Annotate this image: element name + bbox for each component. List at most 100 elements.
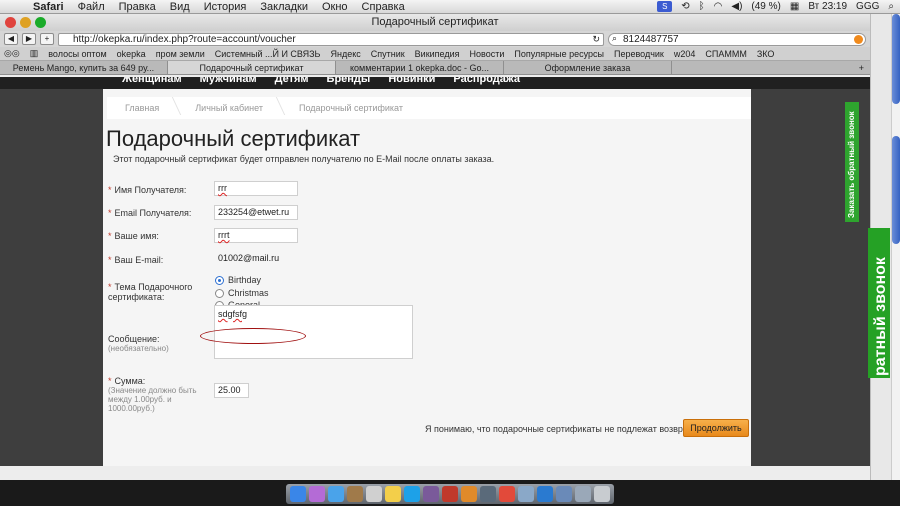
callback-tab-small[interactable]: Заказать обратный звонок bbox=[845, 102, 859, 222]
bookmark-item[interactable]: ЗКО bbox=[757, 49, 775, 59]
minimize-icon[interactable] bbox=[20, 17, 31, 28]
search-field[interactable]: ⌕ 8124487757 bbox=[608, 32, 866, 46]
zoom-icon[interactable] bbox=[35, 17, 46, 28]
spotlight-icon[interactable]: ⌕ bbox=[888, 1, 894, 12]
itunes-icon[interactable] bbox=[423, 486, 439, 502]
iphoto-icon[interactable] bbox=[461, 486, 477, 502]
safari-icon[interactable] bbox=[328, 486, 344, 502]
your-name-input[interactable]: rrrt bbox=[214, 228, 298, 243]
nav-men[interactable]: Мужчинам bbox=[200, 77, 257, 89]
theme-radio-birthday[interactable]: Birthday bbox=[215, 275, 261, 285]
bookmark-item[interactable]: волосы оптом bbox=[48, 49, 106, 59]
menu-history[interactable]: История bbox=[197, 1, 254, 13]
browser-toolbar: ◀ ▶ + http://okepka.ru/index.php?route=a… bbox=[0, 31, 870, 47]
close-icon[interactable] bbox=[5, 17, 16, 28]
bookmark-item[interactable]: Спутник bbox=[371, 49, 405, 59]
address-bar[interactable]: http://okepka.ru/index.php?route=account… bbox=[58, 32, 604, 46]
nav-new[interactable]: Новинки bbox=[388, 77, 435, 89]
breadcrumb-current[interactable]: Подарочный сертификат bbox=[281, 103, 421, 113]
radio-icon[interactable] bbox=[215, 288, 224, 298]
trash-icon[interactable] bbox=[594, 486, 610, 502]
skype-dock-icon[interactable] bbox=[404, 486, 420, 502]
nav-sale[interactable]: Распродажа bbox=[453, 77, 520, 89]
bookmark-item[interactable]: w204 bbox=[674, 49, 696, 59]
your-name-value: rrrt bbox=[218, 230, 230, 240]
nav-brands[interactable]: Бренды bbox=[327, 77, 371, 89]
preview-icon[interactable] bbox=[518, 486, 534, 502]
tab-voucher[interactable]: Подарочный сертификат bbox=[168, 61, 336, 74]
your-email-input[interactable]: 01002@mail.ru bbox=[214, 251, 298, 266]
search-go-icon[interactable] bbox=[854, 34, 863, 44]
system-preferences-icon[interactable] bbox=[480, 486, 496, 502]
bookmark-item[interactable]: Системный ...Й И СВЯЗЬ bbox=[215, 49, 321, 59]
radio-selected-icon[interactable] bbox=[215, 275, 224, 285]
recipient-email-input[interactable]: 233254@etwet.ru bbox=[214, 205, 298, 220]
breadcrumb-account[interactable]: Личный кабинет bbox=[177, 103, 281, 113]
tab-mango[interactable]: Ремень Mango, купить за 649 ру... bbox=[0, 61, 168, 74]
user-name[interactable]: GGG bbox=[856, 1, 879, 12]
calendar-icon[interactable] bbox=[366, 486, 382, 502]
back-icon[interactable]: ◀ bbox=[4, 33, 18, 45]
menu-file[interactable]: Файл bbox=[71, 1, 112, 13]
downloads-folder-icon[interactable] bbox=[575, 486, 591, 502]
callback-tab-large[interactable]: ратный звонок bbox=[868, 228, 890, 378]
window-title: Подарочный сертификат bbox=[371, 16, 499, 28]
menu-help[interactable]: Справка bbox=[355, 1, 412, 13]
bookmark-item[interactable]: Популярные ресурсы bbox=[514, 49, 604, 59]
nav-women[interactable]: Женщинам bbox=[122, 77, 182, 89]
bookmark-item[interactable]: okepka bbox=[117, 49, 146, 59]
bookmark-item[interactable]: Википедия bbox=[415, 49, 460, 59]
required-marker: * bbox=[108, 208, 112, 218]
applications-folder-icon[interactable] bbox=[556, 486, 572, 502]
menu-view[interactable]: Вид bbox=[163, 1, 197, 13]
time-machine-icon[interactable]: ⟲ bbox=[681, 1, 689, 12]
web-page: Женщинам Мужчинам Детям Бренды Новинки Р… bbox=[0, 77, 870, 466]
forward-icon[interactable]: ▶ bbox=[22, 33, 36, 45]
amount-input[interactable]: 25.00 bbox=[214, 383, 249, 398]
menu-edit[interactable]: Правка bbox=[112, 1, 163, 13]
contacts-icon[interactable] bbox=[347, 486, 363, 502]
theme-option-label: Christmas bbox=[228, 288, 269, 298]
bookmark-item[interactable]: СПАМММ bbox=[705, 49, 746, 59]
finder-icon[interactable] bbox=[290, 486, 306, 502]
bookmark-item[interactable]: пром земли bbox=[156, 49, 205, 59]
flag-icon[interactable]: ▦ bbox=[790, 1, 799, 12]
notes-icon[interactable] bbox=[385, 486, 401, 502]
breadcrumb-home[interactable]: Главная bbox=[107, 103, 177, 113]
clock[interactable]: Вт 23:19 bbox=[808, 1, 847, 12]
continue-button[interactable]: Продолжить bbox=[683, 419, 749, 437]
scrollbar-thumb[interactable] bbox=[892, 14, 900, 104]
volume-icon[interactable]: ◀) bbox=[731, 1, 742, 12]
theme-radio-christmas[interactable]: Christmas bbox=[215, 288, 269, 298]
word-icon[interactable] bbox=[537, 486, 553, 502]
launchpad-icon[interactable] bbox=[309, 486, 325, 502]
add-bookmark-icon[interactable]: + bbox=[40, 33, 54, 45]
menu-bookmarks[interactable]: Закладки bbox=[253, 1, 315, 13]
your-email-label-row: * Ваш E-mail: bbox=[108, 255, 163, 265]
new-tab-icon[interactable]: + bbox=[840, 61, 870, 74]
theme-option-label: Birthday bbox=[228, 275, 262, 285]
recipient-name-input[interactable]: rrr bbox=[214, 181, 298, 196]
bluetooth-icon[interactable]: ᛒ bbox=[699, 1, 705, 12]
your-email-label: Ваш E-mail: bbox=[114, 255, 164, 265]
nav-kids[interactable]: Детям bbox=[275, 77, 309, 89]
skype-icon[interactable]: S bbox=[657, 1, 673, 12]
message-label: Сообщение: bbox=[108, 334, 160, 344]
menu-safari[interactable]: Safari bbox=[26, 1, 71, 13]
reload-icon[interactable]: ↻ bbox=[592, 34, 600, 45]
bookmark-item[interactable]: Новости bbox=[470, 49, 505, 59]
scrollbar-thumb-secondary[interactable] bbox=[892, 136, 900, 244]
tab-checkout[interactable]: Оформление заказа bbox=[504, 61, 672, 74]
bookmark-item[interactable]: Переводчик bbox=[614, 49, 664, 59]
recipient-name-label: Имя Получателя: bbox=[114, 185, 187, 195]
callback-small-label: Заказать обратный звонок bbox=[847, 111, 856, 218]
wifi-icon[interactable]: ◠ bbox=[714, 1, 723, 12]
bookmark-item[interactable]: Яндекс bbox=[330, 49, 360, 59]
bookmarks-icon[interactable]: ▥ bbox=[30, 48, 39, 59]
photo-booth-icon[interactable] bbox=[442, 486, 458, 502]
tab-comments[interactable]: комментарии 1 okepka.doc - Go... bbox=[336, 61, 504, 74]
battery-status[interactable]: (49 %) bbox=[751, 1, 780, 12]
menu-window[interactable]: Окно bbox=[315, 1, 355, 13]
reading-list-icon[interactable]: ◎◎ bbox=[4, 48, 20, 59]
chrome-icon[interactable] bbox=[499, 486, 515, 502]
